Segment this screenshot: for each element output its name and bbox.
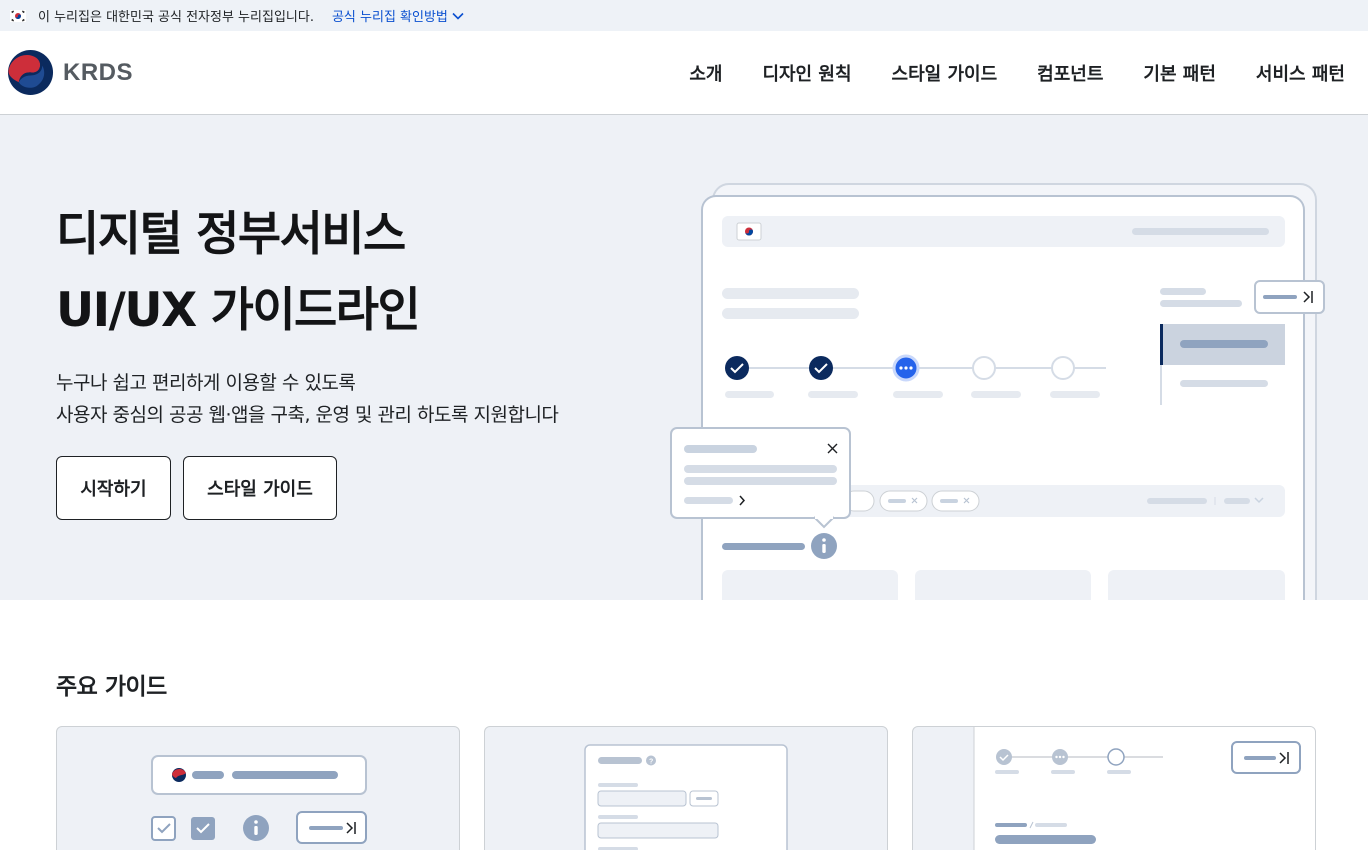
style-guide-button[interactable]: 스타일 가이드: [183, 456, 337, 520]
nav-item-components[interactable]: 컴포넌트: [1037, 60, 1103, 86]
logo-text: KRDS: [63, 58, 134, 86]
guide-card-patterns[interactable]: [912, 726, 1316, 850]
taegeuk-logo-icon: [7, 49, 54, 96]
korean-flag-icon: [10, 9, 26, 22]
guide-card-style[interactable]: [56, 726, 460, 850]
start-button[interactable]: 시작하기: [56, 456, 171, 520]
nav-item-intro[interactable]: 소개: [689, 60, 722, 86]
official-site-check-link[interactable]: 공식 누리집 확인방법: [332, 6, 464, 25]
hero-desc-line1: 누구나 쉽고 편리하게 이용할 수 있도록: [56, 372, 356, 394]
official-site-banner: 이 누리집은 대한민국 공식 전자정부 누리집입니다. 공식 누리집 확인방법: [0, 0, 1368, 31]
chevron-down-icon: [452, 12, 464, 20]
hero-illustration: [670, 183, 1325, 600]
hero-description: 누구나 쉽고 편리하게 이용할 수 있도록 사용자 중심의 공공 웹·앱을 구축…: [56, 367, 559, 431]
site-header: KRDS 소개 디자인 원칙 스타일 가이드 컴포넌트 기본 패턴 서비스 패턴: [0, 31, 1368, 115]
nav-item-service-patterns[interactable]: 서비스 패턴: [1256, 60, 1345, 86]
hero-title: 디지털 정부서비스 UI/UX 가이드라인: [56, 197, 421, 349]
official-site-check-label: 공식 누리집 확인방법: [331, 10, 448, 25]
guide-card-illustration: [973, 727, 1315, 850]
hero-desc-line2: 사용자 중심의 공공 웹·앱을 구축, 운영 및 관리 하도록 지원합니다: [56, 404, 559, 426]
hero-title-line2: UI/UX 가이드라인: [56, 283, 421, 338]
guide-card-illustration: ?: [584, 744, 788, 850]
guide-card-illustration: [151, 755, 367, 844]
hero-title-line1: 디지털 정부서비스: [56, 207, 406, 262]
hero-section: 디지털 정부서비스 UI/UX 가이드라인 누구나 쉽고 편리하게 이용할 수 …: [0, 115, 1368, 600]
korean-flag-icon: [736, 222, 762, 241]
main-nav: 소개 디자인 원칙 스타일 가이드 컴포넌트 기본 패턴 서비스 패턴: [689, 31, 1345, 115]
krds-logo[interactable]: KRDS: [7, 49, 133, 96]
nav-item-design-principles[interactable]: 디자인 원칙: [762, 60, 851, 86]
svg-text:?: ?: [649, 759, 653, 766]
nav-item-style-guide[interactable]: 스타일 가이드: [892, 60, 998, 86]
guide-card-components[interactable]: ?: [484, 726, 888, 850]
official-site-message: 이 누리집은 대한민국 공식 전자정부 누리집입니다.: [38, 10, 314, 25]
main-guides-title: 주요 가이드: [56, 674, 167, 700]
nav-item-basic-patterns[interactable]: 기본 패턴: [1143, 60, 1216, 86]
